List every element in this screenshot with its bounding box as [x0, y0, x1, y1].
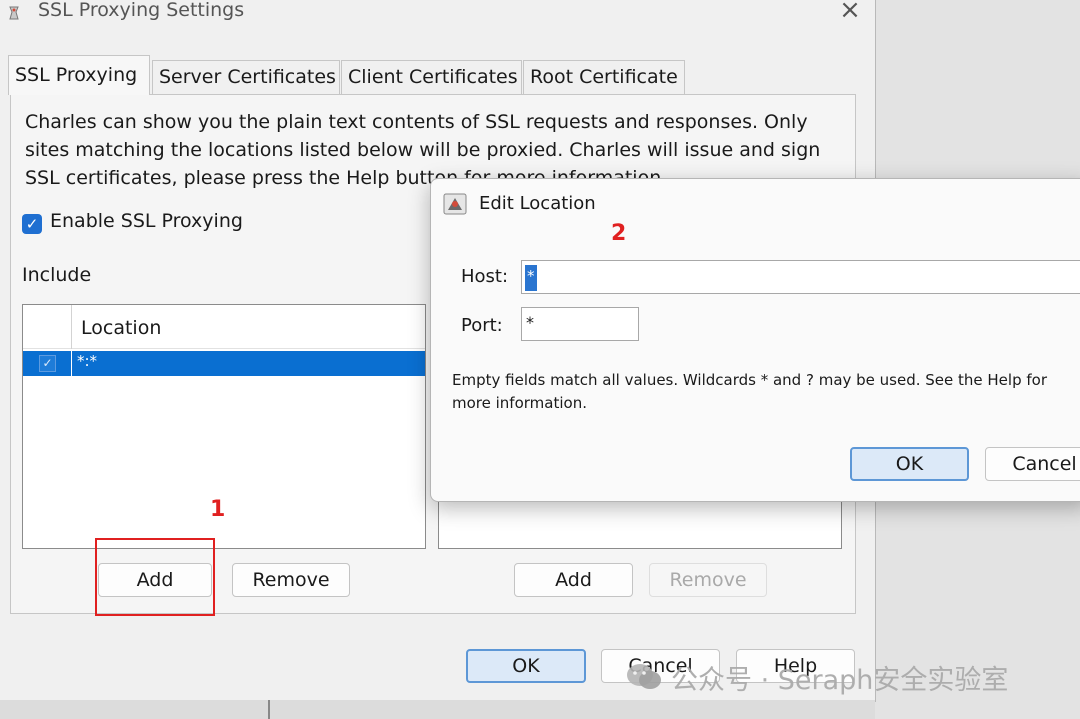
annotation-marker-2: 2 [611, 221, 627, 246]
tab-root-certificate[interactable]: Root Certificate [523, 60, 685, 94]
enable-ssl-proxying-checkbox[interactable]: ✓ [22, 214, 42, 234]
include-label: Include [22, 264, 92, 286]
background-bottom [0, 700, 875, 719]
location-list-header: Location [23, 305, 425, 349]
column-divider [71, 305, 72, 349]
port-label: Port: [461, 315, 503, 336]
annotation-marker-1: 1 [210, 497, 226, 522]
wechat-icon [627, 664, 661, 689]
dialog-title: Edit Location [479, 193, 596, 214]
charles-app-icon [443, 193, 467, 215]
ok-button[interactable]: OK [466, 649, 586, 683]
info-line: more information. [452, 394, 587, 412]
location-row[interactable]: ✓ *:* [23, 351, 425, 376]
host-input[interactable]: * [521, 260, 1080, 294]
enable-ssl-proxying-label: Enable SSL Proxying [50, 210, 243, 232]
exclude-add-button[interactable]: Add [514, 563, 633, 597]
title-bar: SSL Proxying Settings × [0, 0, 876, 30]
tab-client-certificates[interactable]: Client Certificates [341, 60, 522, 94]
dialog-info: Empty fields match all values. Wildcards… [452, 369, 1080, 415]
include-remove-button[interactable]: Remove [232, 563, 350, 597]
dialog-ok-button[interactable]: OK [850, 447, 969, 481]
info-line: Empty fields match all values. Wildcards… [452, 371, 1047, 389]
tab-ssl-proxying[interactable]: SSL Proxying [8, 55, 150, 95]
dialog-cancel-button[interactable]: Cancel [985, 447, 1080, 481]
port-input[interactable]: * [521, 307, 639, 341]
charles-app-icon [9, 6, 19, 20]
watermark-text: 公众号 · Seraph安全实验室 [671, 664, 1009, 696]
tab-server-certificates[interactable]: Server Certificates [152, 60, 340, 94]
exclude-remove-button[interactable]: Remove [649, 563, 767, 597]
description-line: Charles can show you the plain text cont… [25, 111, 808, 133]
edit-location-dialog: Edit Location 2 Host: * Port: * Empty fi… [430, 178, 1080, 502]
column-divider [71, 351, 72, 376]
background-divider [268, 700, 270, 719]
location-enabled-checkbox[interactable]: ✓ [39, 355, 56, 372]
close-icon[interactable]: × [836, 0, 864, 24]
window-title: SSL Proxying Settings [38, 0, 245, 21]
host-value: * [525, 265, 537, 291]
watermark: 公众号 · Seraph安全实验室 [625, 658, 1008, 696]
add-highlight-box [95, 538, 215, 616]
description-line: sites matching the locations listed belo… [25, 139, 821, 161]
location-column-header[interactable]: Location [81, 317, 161, 339]
location-value: *:* [77, 352, 98, 370]
host-label: Host: [461, 266, 509, 287]
